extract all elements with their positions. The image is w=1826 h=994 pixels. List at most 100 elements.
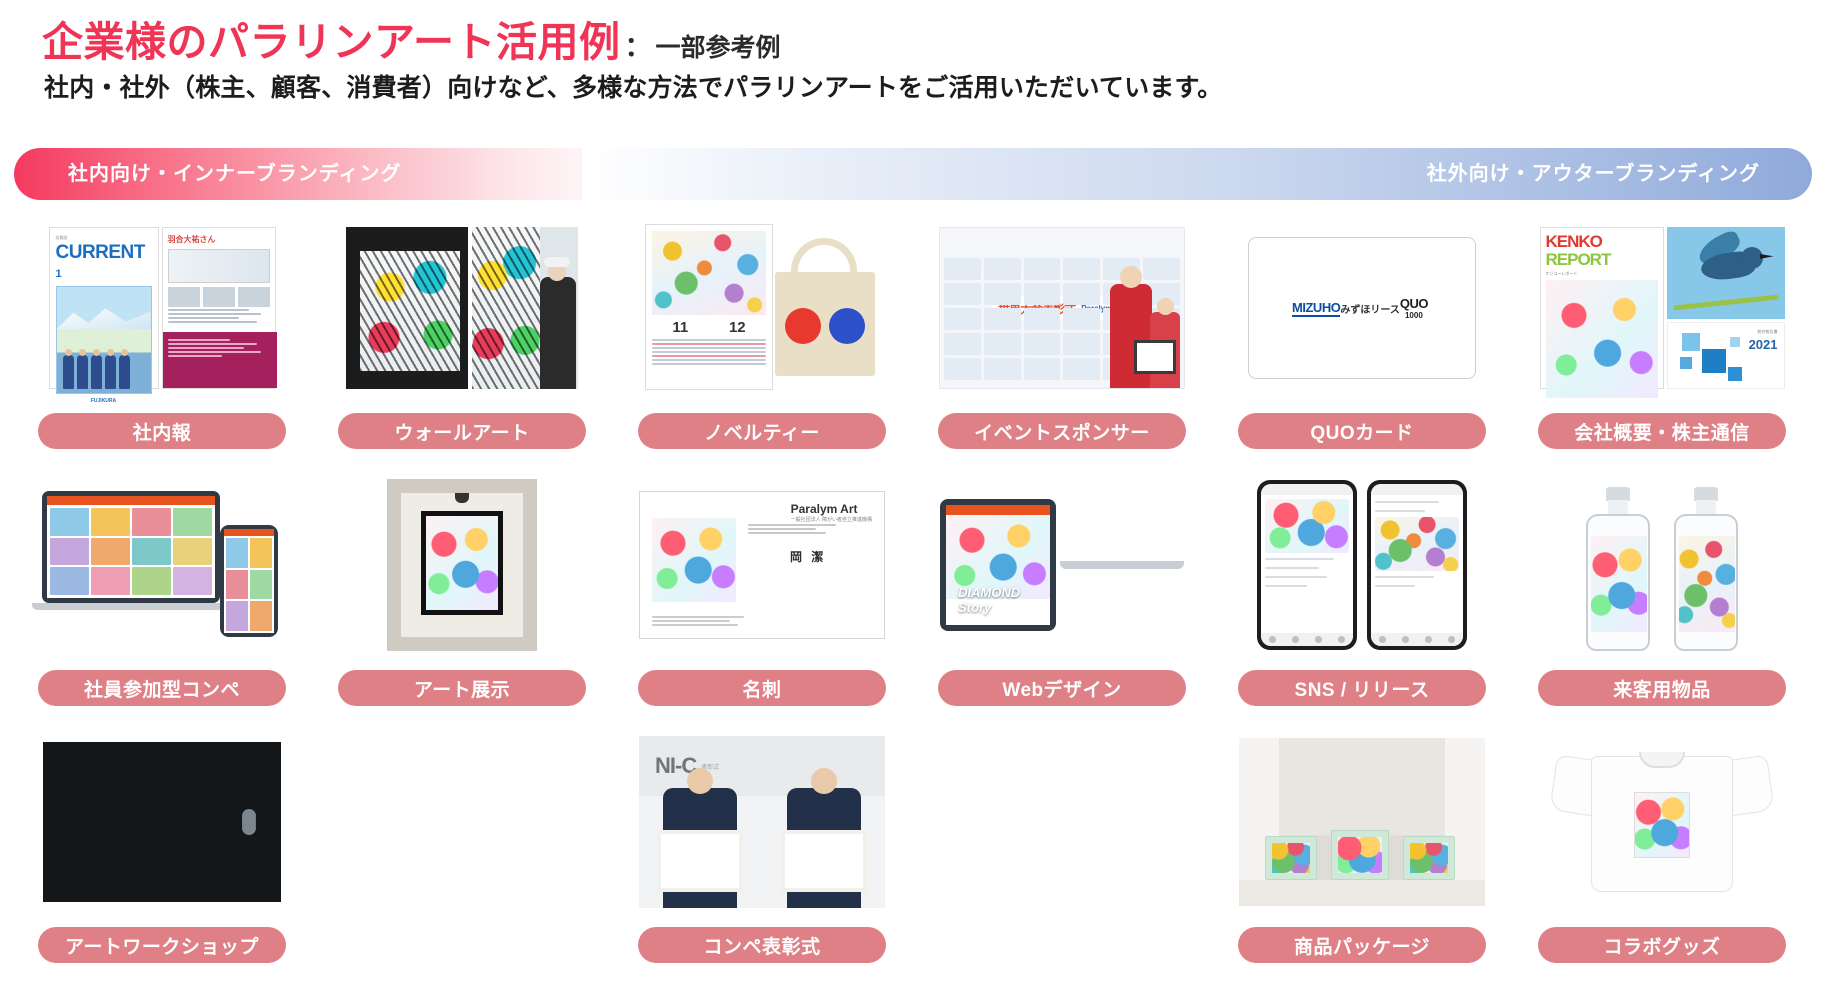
usecase-card-shanaiho[interactable]: 広報誌 CURRENT 1 FUJIKURA 羽合大祐さん 社内報 (14, 212, 310, 467)
package-artwork (1272, 843, 1310, 873)
thumbnail-businesscard: Paralym Art 一般社団法人 障がい者自立推進機構 岡 潔 (614, 469, 910, 661)
usecase-card-quo-card[interactable]: MIZUHO みずほリース QUO 1000 QUOカード (1214, 212, 1510, 467)
product-box (1331, 830, 1389, 880)
thumbnail-wallart (314, 212, 610, 404)
usecase-card-product-package[interactable]: 商品パッケージ (1214, 726, 1510, 981)
kenko-subtitle: ケンコーレポート (1545, 271, 1578, 276)
branch-shape (1672, 294, 1779, 311)
diagram-box (167, 249, 270, 283)
usecase-label-employee-compe[interactable]: 社員参加型コンペ (38, 670, 286, 706)
quo-logo: QUO 1000 (1400, 296, 1429, 320)
usecase-card-award-ceremony[interactable]: NI-C 表彰式 コンペ表彰式 (614, 726, 910, 981)
thumbnail-tshirt (1514, 726, 1810, 918)
site-header-bar (224, 529, 274, 536)
usecase-label-quo-card[interactable]: QUOカード (1238, 413, 1486, 449)
calendar-month-a: 11 (672, 319, 689, 336)
mizuho-lease-label: みずほリース (1340, 304, 1400, 316)
calendar-month-b: 12 (728, 319, 746, 336)
award-recipients (1090, 258, 1182, 388)
usecase-card-art-workshop[interactable]: 画面共有 アートワークショップ (14, 726, 310, 981)
phone-screen (1371, 484, 1463, 646)
usecase-label-web-design[interactable]: Webデザイン (938, 670, 1186, 706)
banner-outer-label: 社外向け・アウターブランディング (1426, 163, 1760, 185)
usecase-label-art-exhibition[interactable]: アート展示 (338, 670, 586, 706)
person-icon (90, 349, 102, 389)
report-cover-mosaic: 統合報告書 2021 (1666, 322, 1785, 389)
thumbnail-videocall: 画面共有 (14, 726, 310, 918)
branding-banner: 社内向け・インナーブランディング 社外向け・アウターブランディング (14, 148, 1812, 200)
mural-artwork (360, 251, 460, 371)
newsletter-logo: FUJIKURA (90, 398, 117, 404)
usecase-label-collab-goods[interactable]: コラボグッズ (1538, 927, 1786, 963)
calendar-grid (652, 339, 766, 365)
artwork-gallery-grid (47, 505, 215, 598)
water-bottle (1586, 487, 1650, 651)
phone-screen (1261, 484, 1353, 646)
usecase-card-wall-art[interactable]: ウォールアート (314, 212, 610, 467)
bird-beak-shape (1759, 254, 1774, 259)
usecase-card-collab-goods[interactable]: コラボグッズ (1514, 726, 1810, 981)
framed-artwork (1134, 340, 1176, 374)
site-nav-bar (946, 505, 1051, 515)
mural-panel-photo (346, 227, 468, 389)
app-tab-bar[interactable] (1371, 633, 1463, 646)
newsletter-inner-page: 羽合大祐さん (161, 227, 277, 389)
newsletter-brand: 広報誌 (55, 235, 68, 240)
bottle-body (1674, 514, 1738, 651)
phone-device (220, 525, 278, 637)
usecase-card-blank-1 (314, 726, 610, 981)
usecase-label-sns-release[interactable]: SNS / リリース (1238, 670, 1486, 706)
bottle-label-artwork (1679, 536, 1735, 632)
ceremony-backdrop: NI-C 表彰式 (639, 736, 885, 796)
usecase-label-product-package[interactable]: 商品パッケージ (1238, 927, 1486, 963)
app-tab-bar[interactable] (1261, 633, 1353, 646)
shareholder-report: 統合報告書 2021 (1666, 227, 1785, 389)
blue-circle-art (829, 308, 865, 344)
tshirt-print-artwork (1634, 792, 1690, 858)
card-person-name: 岡 潔 (790, 550, 827, 564)
page-title-colon: ： (624, 32, 652, 62)
framed-artwork (421, 511, 503, 615)
card-info-lines (748, 522, 874, 536)
banner-inner-label: 社内向け・インナーブランディング (68, 163, 402, 185)
usecase-card-event-sponsor[interactable]: 世界大会表彰式 Paralym Art (914, 212, 1210, 467)
site-header-bar (47, 496, 215, 505)
usecase-card-web-design[interactable]: DIAMOND Story Webデザイン (914, 469, 1210, 724)
mural-artwork (472, 227, 540, 389)
newsletter-headline: 羽合大祐さん (167, 235, 216, 244)
usecase-label-art-workshop[interactable]: アートワークショップ (38, 927, 286, 963)
display-table (1239, 880, 1485, 906)
newsletter-title-text: CURRENT (55, 242, 146, 263)
usecase-label-event-sponsor[interactable]: イベントスポンサー (938, 413, 1186, 449)
page-subtitle: 社内・社外（株主、顧客、消費者）向けなど、多様な方法でパラリンアートをご活用いた… (44, 74, 1223, 102)
usecase-label-visitor-goods[interactable]: 来客用物品 (1538, 670, 1786, 706)
usecase-label-novelty[interactable]: ノベルティー (638, 413, 886, 449)
kenko-cover-artwork (1545, 280, 1658, 398)
usecase-label-award-ceremony[interactable]: コンペ表彰式 (638, 927, 886, 963)
kenko-title: KENKO REPORT (1546, 233, 1658, 269)
usecase-card-sns-release[interactable]: SNS / リリース (1214, 469, 1510, 724)
bird-head-shape (1740, 247, 1763, 269)
usecase-label-shanaiho[interactable]: 社内報 (38, 413, 286, 449)
usecase-card-business-card[interactable]: Paralym Art 一般社団法人 障がい者自立推進機構 岡 潔 名刺 (614, 469, 910, 724)
usecase-card-art-exhibition[interactable]: アート展示 (314, 469, 610, 724)
usecase-label-business-card[interactable]: 名刺 (638, 670, 886, 706)
usecase-label-company-profile[interactable]: 会社概要・株主通信 (1538, 413, 1786, 449)
usecase-card-employee-compe[interactable]: 社員参加型コンペ (14, 469, 310, 724)
usecase-card-visitor-goods[interactable]: 来客用物品 (1514, 469, 1810, 724)
thumbnail-webdesign: DIAMOND Story (914, 469, 1210, 661)
bird-artwork (1666, 227, 1785, 319)
usecase-card-company-profile[interactable]: KENKO REPORT ケンコーレポート 統合報告書 2021 会社概要・株主… (1514, 212, 1810, 467)
card-contact-lines (652, 614, 752, 628)
gallery-wall (401, 493, 523, 637)
page-title: 企業様のパラリンアート活用例 ： 一部参考例 (42, 8, 781, 68)
laptop-base (1060, 561, 1184, 569)
usecase-card-novelty[interactable]: 11 12 ノベルティー (614, 212, 910, 467)
thumbnail-devices (14, 469, 310, 661)
phone-device (1257, 480, 1357, 650)
product-box (1265, 836, 1317, 880)
calendar: 11 12 (645, 224, 773, 390)
calendar-months: 11 12 (652, 319, 766, 336)
award-artwork-right (781, 830, 867, 892)
usecase-label-wall-art[interactable]: ウォールアート (338, 413, 586, 449)
